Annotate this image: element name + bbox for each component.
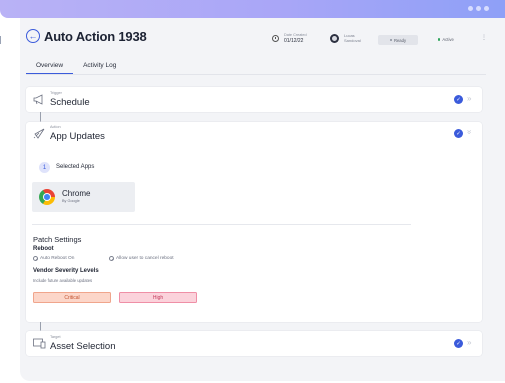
patch-settings-title: Patch Settings — [33, 235, 82, 244]
trigger-title: Schedule — [50, 97, 90, 108]
trigger-label: Trigger — [50, 91, 62, 95]
date-created: Date Created 01/12/22 — [272, 33, 307, 44]
megaphone-icon — [33, 94, 43, 105]
connector-line — [40, 112, 41, 122]
rocket-icon — [33, 128, 45, 139]
main-panel: ← Auto Action 1938 Date Created 01/12/22… — [20, 18, 505, 381]
chrome-icon — [39, 189, 55, 205]
target-card[interactable]: Target Asset Selection ✓ » — [26, 331, 482, 356]
devices-icon — [33, 338, 46, 349]
app-name: Chrome — [62, 189, 91, 198]
more-options-icon[interactable]: ⋮ — [481, 35, 487, 41]
allow-cancel-reboot-option[interactable]: Allow user to cancel reboot — [109, 256, 174, 261]
severity-high-chip[interactable]: High — [119, 292, 197, 303]
status-dot-icon — [389, 39, 392, 41]
user-name-last: Sandoval — [344, 38, 361, 43]
clock-icon — [272, 35, 279, 42]
target-label: Target — [50, 335, 61, 339]
section-divider — [32, 224, 411, 225]
auto-reboot-option[interactable]: Auto Reboot On — [33, 256, 74, 261]
app-tile-chrome[interactable]: Chrome By Google — [32, 182, 135, 212]
window-dots-icon — [468, 6, 489, 11]
trigger-card[interactable]: Trigger Schedule ✓ » — [26, 87, 482, 112]
target-check-icon: ✓ — [454, 339, 463, 348]
vendor-severity-subtitle: Include future available updates — [33, 278, 93, 283]
created-by-user: Lucas Sandoval — [330, 33, 361, 43]
severity-critical-chip[interactable]: Critical — [33, 292, 111, 303]
page-title: Auto Action 1938 — [44, 29, 147, 44]
tab-bar: Overview Activity Log — [26, 59, 126, 74]
trigger-check-icon: ✓ — [454, 95, 463, 104]
active-status[interactable]: Active — [438, 37, 454, 42]
date-created-value: 01/12/22 — [284, 38, 304, 44]
app-vendor: By Google — [62, 199, 80, 203]
action-check-icon: ✓ — [454, 129, 463, 138]
tab-activity-log[interactable]: Activity Log — [73, 59, 126, 74]
selected-apps-count: 1 — [39, 162, 50, 173]
action-card: Action App Updates ✓ » 1 Selected Apps C… — [26, 122, 482, 322]
action-label: Action — [50, 125, 61, 129]
status-badge-label: Ready — [393, 37, 407, 43]
action-title: App Updates — [50, 131, 105, 142]
auto-reboot-label: Auto Reboot On — [40, 256, 75, 261]
tab-overview[interactable]: Overview — [26, 59, 74, 74]
tab-divider — [26, 74, 486, 75]
selected-apps-title: Selected Apps — [56, 164, 95, 170]
disabled-circle-icon — [109, 256, 114, 261]
allow-cancel-reboot-label: Allow user to cancel reboot — [116, 256, 174, 261]
top-gradient-bar — [0, 0, 505, 18]
target-chevron-right-icon[interactable]: » — [467, 339, 471, 347]
reboot-title: Reboot — [33, 246, 54, 252]
vendor-severity-title: Vendor Severity Levels — [33, 268, 99, 274]
avatar — [330, 33, 339, 43]
action-chevron-down-icon[interactable]: » — [465, 130, 474, 134]
status-badge[interactable]: Ready — [378, 35, 418, 45]
active-dot-icon — [438, 38, 441, 41]
disabled-circle-icon — [33, 256, 38, 261]
trigger-chevron-right-icon[interactable]: » — [467, 95, 471, 103]
active-status-label: Active — [442, 37, 454, 42]
target-title: Asset Selection — [50, 341, 116, 352]
back-arrow-icon[interactable]: ← — [26, 29, 40, 43]
sidebar-edge-marker — [0, 36, 4, 44]
